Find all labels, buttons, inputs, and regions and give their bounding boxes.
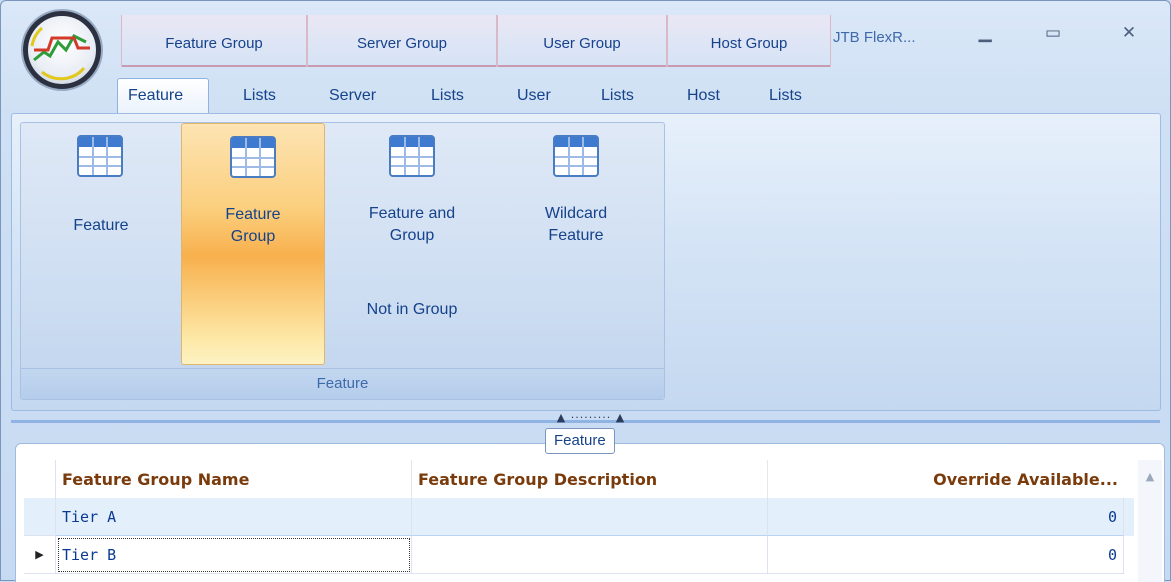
context-group-label: Server Group: [356, 35, 448, 52]
app-window: Feature Group Server Group User Group Ho…: [0, 0, 1171, 582]
chart-logo-icon: [30, 26, 90, 81]
table-row[interactable]: Tier A 0: [24, 498, 1134, 536]
context-group-label: Feature Group: [165, 35, 263, 52]
column-header-override[interactable]: Override Available...: [768, 460, 1124, 498]
grid-panel-caption: Feature: [545, 428, 615, 454]
tab-server[interactable]: Server: [319, 79, 386, 113]
feature-and-group-not-in-group-button[interactable]: Feature and Group Not in Group: [337, 123, 487, 365]
feature-group-button-label-line2: Group: [230, 228, 276, 245]
maximize-button[interactable]: ▭: [1035, 23, 1071, 49]
wildcard-feature-button[interactable]: Wildcard Feature: [501, 123, 651, 365]
close-button[interactable]: ✕: [1111, 23, 1147, 49]
context-group-user-group: User Group: [497, 15, 667, 67]
tab-feature[interactable]: Feature: [117, 78, 209, 114]
feature-and-group-label-line2: Group: [389, 227, 435, 244]
column-header-name[interactable]: Feature Group Name: [56, 460, 412, 498]
table-icon: [553, 135, 599, 177]
cell-description[interactable]: [412, 536, 768, 574]
tab-feature-lists[interactable]: Lists: [233, 79, 286, 113]
cell-description[interactable]: [412, 498, 768, 536]
tab-user[interactable]: User: [507, 79, 561, 113]
table-icon: [77, 135, 123, 177]
feature-button[interactable]: Feature: [31, 123, 171, 365]
context-group-bar: [498, 65, 666, 67]
ribbon-group-label: Feature: [21, 368, 664, 399]
context-group-bar: [308, 65, 496, 67]
table-row[interactable]: ▶ Tier B 0: [24, 536, 1134, 574]
context-group-label: User Group: [543, 35, 621, 52]
cell-override[interactable]: 0: [768, 536, 1124, 574]
wildcard-feature-label-line2: Feature: [548, 227, 604, 244]
cell-name[interactable]: Tier A: [56, 498, 412, 536]
table-icon: [230, 136, 276, 178]
feature-group-button[interactable]: Feature Group: [181, 123, 325, 365]
context-group-bar: [122, 65, 306, 67]
tab-host[interactable]: Host: [677, 79, 730, 113]
context-group-bar: [668, 65, 830, 67]
tab-user-lists[interactable]: Lists: [591, 79, 644, 113]
app-orb-button[interactable]: [23, 11, 101, 89]
tab-host-lists[interactable]: Lists: [759, 79, 812, 113]
cell-override[interactable]: 0: [768, 498, 1124, 536]
tab-server-lists[interactable]: Lists: [421, 79, 474, 113]
context-group-host-group: Host Group: [667, 15, 831, 67]
scroll-up-icon[interactable]: ▲: [1138, 470, 1162, 483]
window-title: JTB FlexR...: [833, 29, 916, 46]
column-header-description[interactable]: Feature Group Description: [412, 460, 768, 498]
minimize-button[interactable]: ▁: [967, 23, 1003, 49]
context-group-server-group: Server Group: [307, 15, 497, 67]
feature-and-group-label-line1: Feature and: [368, 205, 456, 222]
not-in-group-label: Not in Group: [366, 301, 458, 318]
cell-name[interactable]: Tier B: [56, 536, 412, 574]
row-header-corner: [24, 460, 56, 498]
context-group-feature-group: Feature Group: [121, 15, 307, 67]
feature-button-label: Feature: [73, 217, 129, 234]
row-header[interactable]: [24, 498, 56, 536]
splitter-grip-icon[interactable]: ▲ ········· ▲: [521, 412, 661, 426]
ribbon-panel: Feature Feature Group Feature and Group …: [11, 113, 1161, 411]
ribbon-group-feature: Feature Feature Group Feature and Group …: [20, 122, 665, 400]
panel-splitter[interactable]: ▲ ········· ▲: [1, 412, 1170, 426]
context-group-label: Host Group: [710, 35, 788, 52]
wildcard-feature-label-line1: Wildcard: [544, 205, 608, 222]
grid-panel: Feature Group Name Feature Group Descrip…: [15, 443, 1165, 582]
current-row-indicator-icon[interactable]: ▶: [24, 536, 56, 574]
feature-group-button-label-line1: Feature: [225, 206, 281, 223]
table-icon: [389, 135, 435, 177]
vertical-scrollbar[interactable]: ▲: [1138, 460, 1162, 582]
grid-header-row: Feature Group Name Feature Group Descrip…: [24, 460, 1134, 498]
